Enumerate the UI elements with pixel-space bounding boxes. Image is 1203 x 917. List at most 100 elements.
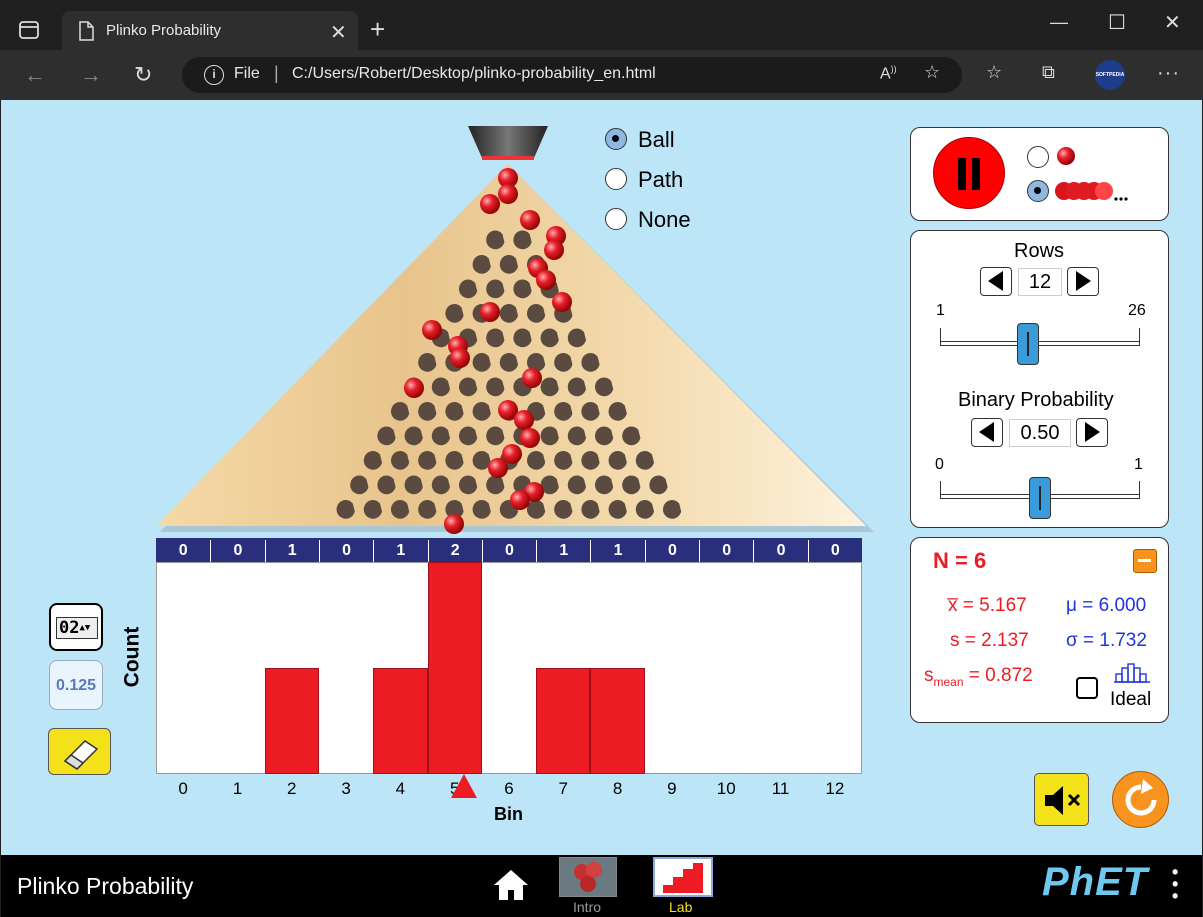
peg <box>554 401 573 421</box>
close-window-icon[interactable]: ✕ <box>1164 10 1181 35</box>
bin-count-4: 1 <box>373 540 427 562</box>
display-ball-radio[interactable] <box>605 128 627 150</box>
collections-icon[interactable]: ⧉ <box>1042 62 1055 83</box>
peg <box>513 328 532 348</box>
refresh-icon[interactable]: ↻ <box>134 62 152 88</box>
address-url[interactable]: C:/Users/Robert/Desktop/plinko-probabili… <box>292 65 656 83</box>
many-balls-radio[interactable] <box>1027 180 1049 202</box>
browser-tab[interactable]: Plinko Probability ✕ <box>62 11 358 51</box>
forward-icon[interactable]: → <box>80 62 102 88</box>
peg <box>635 499 654 519</box>
phet-logo[interactable]: PhET <box>1042 860 1148 905</box>
probability-increment-button[interactable] <box>1076 418 1108 447</box>
theoretical-std: σ = 1.732 <box>1066 630 1147 651</box>
rows-min-label: 1 <box>936 302 945 319</box>
bin-count-0: 0 <box>178 542 188 559</box>
tab-actions-icon[interactable] <box>18 20 40 40</box>
probability-label: Binary Probability <box>958 389 1114 411</box>
rows-max-label: 26 <box>1128 302 1146 319</box>
peg <box>526 303 546 323</box>
peg <box>486 279 505 299</box>
std-of-mean-value: = 0.872 <box>963 665 1033 686</box>
info-icon[interactable]: i <box>204 65 224 85</box>
intro-screen-tab[interactable]: Intro <box>559 857 617 915</box>
right-arrow-icon <box>1076 271 1091 291</box>
eraser-button[interactable] <box>48 728 111 775</box>
page-icon <box>79 21 94 41</box>
address-separator: | <box>274 63 279 83</box>
minus-icon <box>1138 559 1151 562</box>
probability-tick-max <box>1139 481 1140 495</box>
home-icon[interactable] <box>492 868 530 902</box>
probability-decrement-button[interactable] <box>971 418 1003 447</box>
back-icon[interactable]: ← <box>24 62 46 88</box>
reset-button[interactable] <box>1112 771 1169 828</box>
single-ball-radio[interactable] <box>1027 146 1049 168</box>
bin-label-12: 12 <box>825 779 845 798</box>
rows-slider-thumb[interactable] <box>1017 323 1039 365</box>
peg <box>418 499 437 519</box>
probability-min-label: 0 <box>935 456 944 473</box>
peg <box>567 426 586 446</box>
address-bar[interactable]: i File | C:/Users/Robert/Desktop/plinko-… <box>182 57 962 93</box>
peg <box>458 426 478 446</box>
peg <box>486 328 505 348</box>
peg <box>608 450 627 470</box>
favorites-icon[interactable]: ☆ <box>986 62 1002 83</box>
phet-menu-icon[interactable]: • • • <box>1172 863 1178 905</box>
display-path-radio[interactable] <box>605 168 627 190</box>
rows-slider-track[interactable] <box>940 341 1140 346</box>
hopper-outlet <box>482 156 534 160</box>
peg <box>540 426 559 446</box>
bin-count-3: 0 <box>318 540 373 562</box>
display-none-radio[interactable] <box>605 208 627 230</box>
peg <box>540 377 559 397</box>
peg <box>499 352 518 372</box>
peg <box>581 352 600 372</box>
peg <box>390 499 410 519</box>
peg <box>567 328 586 348</box>
peg <box>594 475 614 495</box>
ball <box>444 514 464 534</box>
counter-button[interactable]: 02▲▼ <box>49 603 103 651</box>
peg <box>377 475 396 495</box>
more-menu-icon[interactable]: ··· <box>1157 62 1180 85</box>
ball <box>510 490 530 510</box>
probability-slider-thumb[interactable] <box>1029 477 1051 519</box>
ideal-checkbox[interactable] <box>1076 677 1098 699</box>
collapse-stats-button[interactable] <box>1133 549 1157 573</box>
minimize-icon[interactable]: — <box>1050 12 1068 33</box>
single-ball-icon <box>1057 147 1075 165</box>
new-tab-icon[interactable]: + <box>370 14 385 44</box>
fraction-button[interactable]: 0.125 <box>49 660 103 710</box>
add-favorite-icon[interactable]: ☆ <box>924 62 940 83</box>
bin-count-11: 0 <box>753 540 807 562</box>
mean-marker-icon <box>451 774 477 798</box>
peg <box>472 401 491 421</box>
intro-tab-label: Intro <box>573 899 602 915</box>
ball <box>480 194 500 214</box>
peg <box>554 499 573 519</box>
bin-count-1: 0 <box>210 540 264 562</box>
close-tab-icon[interactable]: ✕ <box>330 20 347 45</box>
rows-increment-button[interactable] <box>1067 267 1099 296</box>
histogram <box>156 562 862 774</box>
peg <box>608 499 627 519</box>
pause-button[interactable] <box>933 137 1005 209</box>
peg <box>499 254 518 274</box>
rows-decrement-button[interactable] <box>980 267 1012 296</box>
peg <box>594 377 614 397</box>
ball <box>536 270 556 290</box>
ball-hopper-icon <box>468 126 548 158</box>
maximize-icon[interactable]: ☐ <box>1108 10 1126 35</box>
sound-toggle-button[interactable] <box>1034 773 1089 826</box>
rows-value: 12 <box>1018 268 1062 296</box>
ball <box>544 240 564 260</box>
counter-icon: 02▲▼ <box>56 617 98 639</box>
read-aloud-icon[interactable]: A)) <box>880 64 897 83</box>
profile-avatar[interactable]: SOFTPEDIA <box>1095 60 1125 90</box>
bin-count-6: 0 <box>481 540 536 562</box>
peg <box>472 499 491 519</box>
counter-icon-text: 02 <box>59 618 80 638</box>
lab-screen-tab[interactable]: Lab <box>653 857 713 915</box>
